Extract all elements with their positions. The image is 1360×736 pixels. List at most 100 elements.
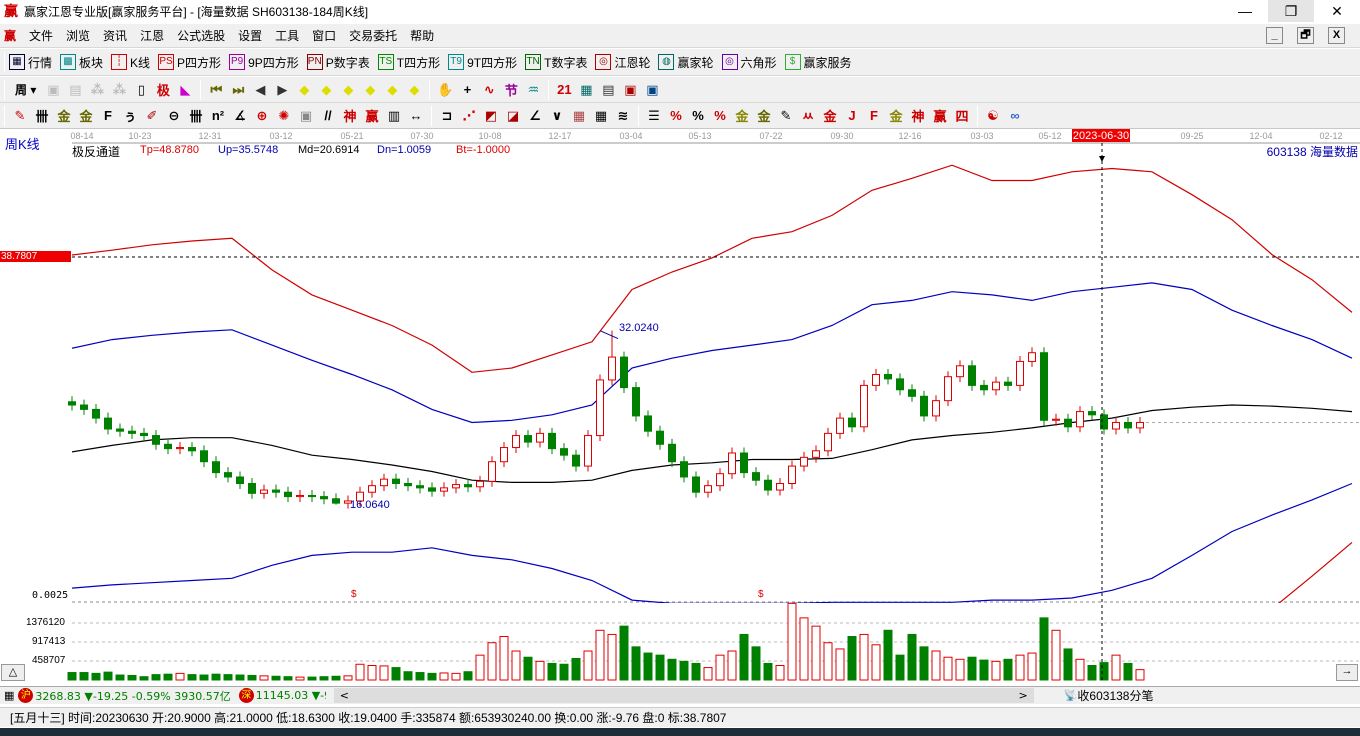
ying2-icon[interactable]: 赢 [929, 106, 951, 125]
shift-right-icon[interactable]: ◆ [315, 82, 337, 98]
hatch-icon[interactable]: ≋ [612, 108, 634, 124]
close-button[interactable]: ✕ [1314, 0, 1360, 22]
toolbar-p-square-button[interactable]: PS P四方形 [158, 54, 221, 71]
kline-chart[interactable]: 08-14 10-23 12-31 03-12 05-21 07-30 10-08 12-17… [0, 129, 1360, 685]
coin-icon[interactable]: 金 [731, 106, 753, 125]
box-icon[interactable]: ▣ [295, 108, 317, 124]
gold3-icon[interactable]: 金 [753, 106, 775, 125]
layout-icon[interactable]: ▣ [42, 82, 64, 98]
marker-icon[interactable]: ✐ [141, 108, 163, 124]
gold5-icon[interactable]: 金 [885, 106, 907, 125]
menu-item-9[interactable]: 帮助 [410, 27, 434, 44]
circle-icon[interactable]: ⊖ [163, 108, 185, 124]
shen-icon[interactable]: 神 [339, 106, 361, 125]
toolbar-sectors-button[interactable]: ▩ 板块 [60, 54, 103, 71]
ar-icon[interactable]: ㅆ [797, 106, 819, 125]
hand-icon[interactable]: ✋ [434, 82, 456, 98]
toolbar-winner-service-button[interactable]: $ 赢家服务 [784, 54, 852, 71]
toolbar-kline-button[interactable]: ┆ K线 [111, 54, 150, 71]
gold1-icon[interactable]: 金 [53, 106, 75, 125]
pct2-icon[interactable]: % [687, 108, 709, 123]
grid1-icon[interactable]: ▦ [568, 108, 590, 124]
mdi-minimize-button[interactable]: _ [1266, 27, 1283, 44]
crosshair-icon[interactable]: + [456, 82, 478, 97]
vline-icon[interactable]: ∨ [546, 108, 568, 124]
toolbar-9p-square-button[interactable]: P9 9P四方形 [229, 54, 299, 71]
save-icon[interactable]: ▣ [619, 82, 641, 98]
menu-item-7[interactable]: 窗口 [312, 27, 336, 44]
menu-item-1[interactable]: 浏览 [66, 27, 90, 44]
pen2-icon[interactable]: ✎ [775, 108, 797, 124]
print-icon[interactable]: ▣ [641, 82, 663, 98]
menu-item-0[interactable]: 文件 [29, 27, 53, 44]
pct3-icon[interactable]: % [709, 108, 731, 123]
sh-index-quote[interactable]: 3268.83 ▼-19.25 -0.59% 3930.57亿 [35, 688, 230, 704]
menu-item-4[interactable]: 公式选股 [177, 27, 225, 44]
menu-item-6[interactable]: 工具 [275, 27, 299, 44]
fan1-icon[interactable]: ⋰ [458, 108, 480, 124]
ticker-scrollbar[interactable]: < > [333, 688, 1034, 703]
period-select[interactable]: 周 ▾ [15, 81, 36, 98]
chart3-icon[interactable]: ⁂ [86, 82, 108, 98]
span-icon[interactable]: ↔ [405, 108, 427, 123]
pct1-icon[interactable]: % [665, 108, 687, 123]
calculator-icon[interactable]: ▦ [575, 82, 597, 98]
first-icon[interactable]: ⏮ [205, 82, 227, 98]
star-icon[interactable]: ✺ [273, 108, 295, 124]
fan3-icon[interactable]: ◪ [502, 108, 524, 124]
pole-icon[interactable]: 极 [152, 80, 174, 99]
calendar-icon[interactable]: 21 [553, 82, 575, 97]
list-icon[interactable]: ☰ [643, 108, 665, 124]
candle-icon[interactable]: ▯ [130, 82, 152, 98]
menu-item-3[interactable]: 江恩 [140, 27, 164, 44]
zoom-in-icon[interactable]: ◆ [381, 82, 403, 98]
shift-left-icon[interactable]: ◆ [293, 82, 315, 98]
draw-icon[interactable]: ∿ [478, 82, 500, 98]
angle2-icon[interactable]: ∠ [524, 108, 546, 124]
four-icon[interactable]: 四 [951, 106, 973, 125]
f-icon[interactable]: F [97, 108, 119, 123]
menu-item-2[interactable]: 资讯 [103, 27, 127, 44]
j-icon[interactable]: J [841, 108, 863, 123]
toolbar-hexagon-button[interactable]: ◎ 六角形 [721, 54, 777, 71]
taiji-icon[interactable]: ☯ [982, 108, 1004, 124]
mdi-close-button[interactable]: X [1328, 27, 1345, 44]
hash-icon[interactable]: 卌 [185, 106, 207, 125]
fx-icon[interactable]: F [863, 108, 885, 123]
chart9-icon[interactable]: ⁂ [108, 82, 130, 98]
toolbar-gann-wheel-button[interactable]: ◎ 江恩轮 [595, 54, 650, 71]
toolbar-t-square-button[interactable]: TS T四方形 [377, 54, 440, 71]
toolbar-p-table-button[interactable]: PN P数字表 [306, 54, 370, 71]
slash-icon[interactable]: // [317, 108, 339, 123]
toolbar-t-table-button[interactable]: TN T数字表 [525, 54, 587, 71]
pen-icon[interactable]: ✎ [9, 108, 31, 124]
spectrum-icon[interactable]: ◣ [174, 82, 196, 98]
sz-index-quote[interactable]: 11145.03 ▼-93.03 -0.83% 4970.20 [256, 689, 326, 702]
scroll-right-button[interactable]: > [1019, 689, 1028, 702]
festival-icon[interactable]: 节 [500, 80, 522, 99]
collapse-button[interactable]: △ [1, 664, 25, 681]
minimize-button[interactable]: — [1222, 0, 1268, 22]
toolbar-winner-wheel-button[interactable]: ◍ 赢家轮 [658, 54, 714, 71]
last-icon[interactable]: ⏭ [227, 82, 249, 98]
spiral-icon[interactable]: ぅ [119, 106, 141, 125]
toolbar-quotes-button[interactable]: ▦ 行情 [9, 54, 52, 71]
menu-item-5[interactable]: 设置 [238, 27, 262, 44]
target-icon[interactable]: ⊕ [251, 108, 273, 124]
doc-icon[interactable]: ▤ [64, 82, 86, 98]
scroll-left-button[interactable]: < [340, 689, 349, 702]
mdi-restore-button[interactable]: 🗗 [1297, 27, 1314, 44]
shrink-icon[interactable]: ◆ [359, 82, 381, 98]
grid2-icon[interactable]: ▦ [590, 108, 612, 124]
bracket-icon[interactable]: ⊐ [436, 108, 458, 124]
wave-icon[interactable]: ♒ [522, 82, 544, 98]
angle-icon[interactable]: ∡ [229, 108, 251, 124]
gold4-icon[interactable]: 金 [819, 106, 841, 125]
scroll-end-button[interactable]: → [1336, 664, 1358, 681]
notes-icon[interactable]: ▤ [597, 82, 619, 98]
menu-item-8[interactable]: 交易委托 [349, 27, 397, 44]
expand-icon[interactable]: ◆ [337, 82, 359, 98]
fan2-icon[interactable]: ◩ [480, 108, 502, 124]
ying-icon[interactable]: 赢 [361, 106, 383, 125]
left-icon[interactable]: ◀ [249, 82, 271, 98]
